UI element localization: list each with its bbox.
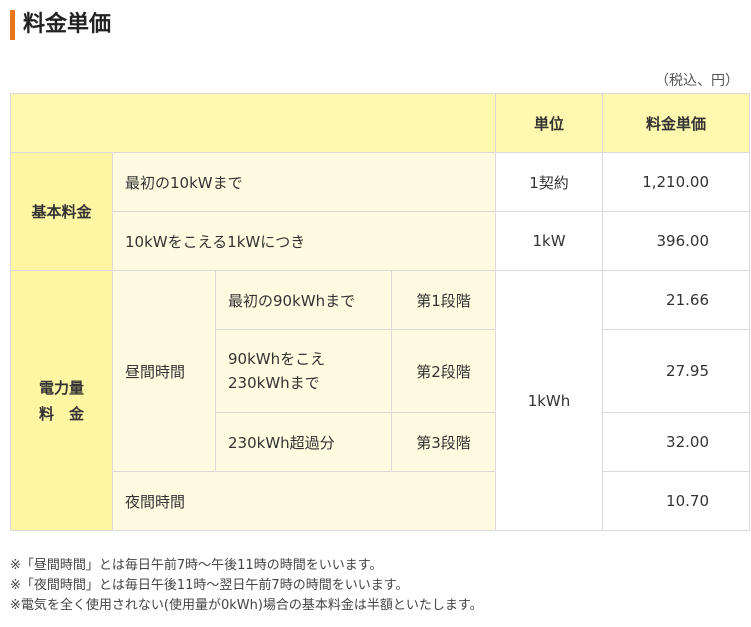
rate-table: 単位 料金単価 基本料金 最初の10kWまで 1契約 1,210.00 10kW… <box>10 93 750 531</box>
header-price: 料金単価 <box>602 93 750 153</box>
table-row: 夜間時間 10.70 <box>11 471 750 531</box>
tier-desc-line2: 230kWhまで <box>228 374 320 392</box>
footnote: ※電気を全く使用されない(使用量が0kWh)場合の基本料金は半額といたします。 <box>10 598 483 613</box>
header-blank-cell <box>10 93 496 153</box>
night-price: 10.70 <box>602 471 750 531</box>
table-row: 基本料金 最初の10kWまで 1契約 1,210.00 <box>10 152 750 271</box>
table-header-row: 単位 料金単価 <box>10 93 750 153</box>
energy-category-line1: 電力量 <box>38 378 84 397</box>
basic-row-price: 1,210.00 <box>602 152 750 212</box>
footnotes: ※「昼間時間」とは毎日午前7時～午後11時の時間をいいます。 ※「夜間時間」とは… <box>10 556 483 616</box>
table-row: 電力量 料 金 昼間時間 最初の90kWhまで 第1段階 1kWh 21.66 <box>10 270 750 531</box>
energy-charge-category: 電力量 料 金 <box>10 270 113 531</box>
page-title: 料金単価 <box>10 10 111 40</box>
footnote: ※「昼間時間」とは毎日午前7時～午後11時の時間をいいます。 <box>10 558 383 573</box>
basic-charge-category: 基本料金 <box>10 152 113 271</box>
tier-stage: 第3段階 <box>391 412 496 472</box>
basic-row-desc: 10kWをこえる1kWにつき <box>112 211 496 271</box>
header-unit: 単位 <box>495 93 603 153</box>
tier-price: 21.66 <box>602 270 750 330</box>
tier-desc: 90kWhをこえ 230kWhまで <box>215 329 392 413</box>
tier-stage: 第1段階 <box>391 270 496 330</box>
tier-desc: 最初の90kWhまで <box>215 270 392 330</box>
basic-row-price: 396.00 <box>602 211 750 271</box>
tier-price: 32.00 <box>602 412 750 472</box>
night-label: 夜間時間 <box>112 471 496 531</box>
table-row: 10kWをこえる1kWにつき 1kW 396.00 <box>11 211 750 271</box>
energy-unit: 1kWh <box>495 270 603 531</box>
tier-desc: 230kWh超過分 <box>215 412 392 472</box>
basic-row-unit: 1契約 <box>495 152 603 212</box>
tax-unit-note: （税込、円） <box>655 73 739 89</box>
tier-price: 27.95 <box>602 329 750 413</box>
tier-desc-line1: 90kWhをこえ <box>228 350 326 368</box>
energy-category-line2: 料 金 <box>38 404 84 423</box>
daytime-label: 昼間時間 <box>112 270 216 472</box>
basic-row-desc: 最初の10kWまで <box>112 152 496 212</box>
tier-stage: 第2段階 <box>391 329 496 413</box>
basic-row-unit: 1kW <box>495 211 603 271</box>
footnote: ※「夜間時間」とは毎日午後11時～翌日午前7時の時間をいいます。 <box>10 578 409 593</box>
